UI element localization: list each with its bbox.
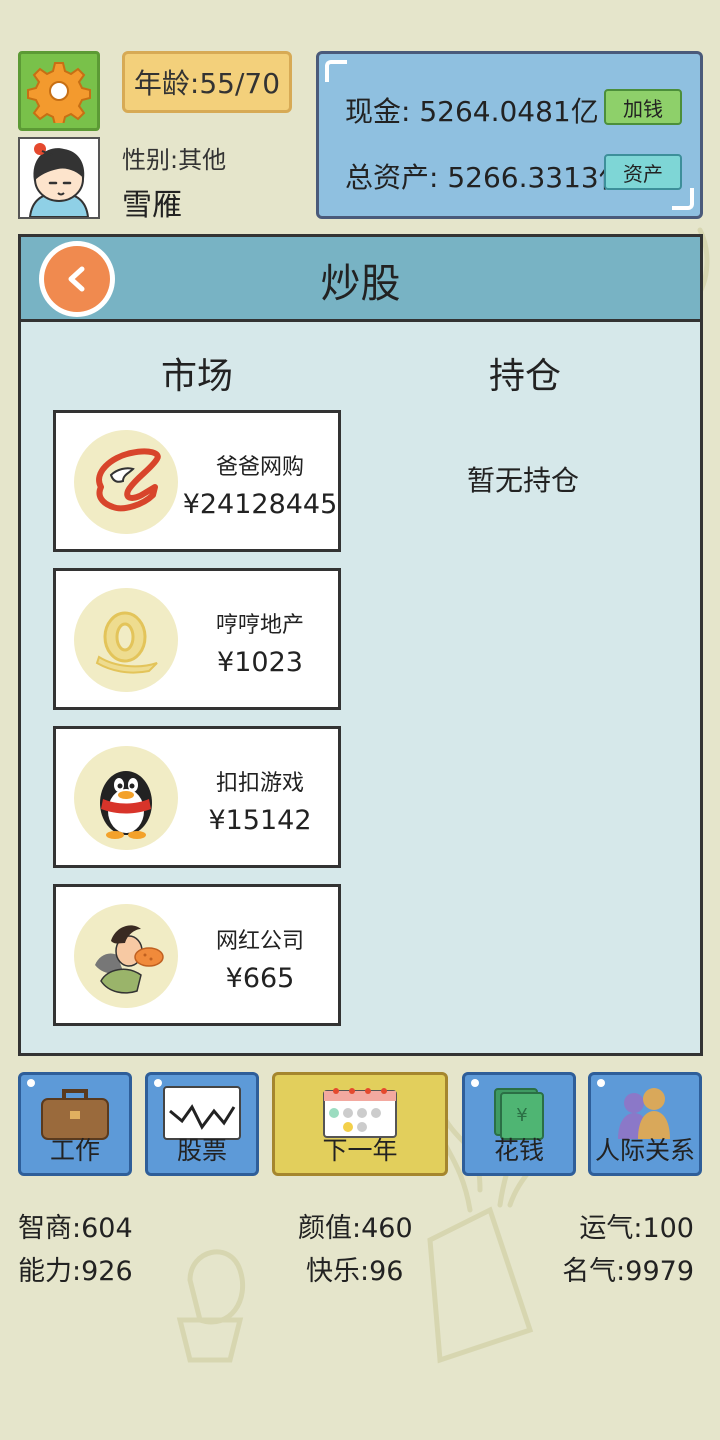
nav-spend-button[interactable]: ¥ 花钱 <box>462 1072 576 1176</box>
real-estate-logo-icon <box>74 588 178 692</box>
player-name: 雪雁 <box>122 188 182 223</box>
sparkle-dot <box>27 1079 35 1087</box>
total-assets-label: 总资产: 5266.3313亿 <box>345 161 627 194</box>
stat-fame: 名气:9979 <box>562 1256 694 1287</box>
svg-text:¥: ¥ <box>516 1105 527 1126</box>
page-title: 炒股 <box>320 261 401 307</box>
panel-header: 炒股 <box>21 237 700 322</box>
stock-card-hengheng[interactable]: 哼哼地产 ¥1023 <box>53 568 341 710</box>
settings-button[interactable] <box>18 51 100 131</box>
shopping-logo-icon <box>74 430 178 534</box>
sparkle-dot <box>597 1079 605 1087</box>
nav-stocks-label: 股票 <box>176 1136 227 1165</box>
nav-work-label: 工作 <box>49 1136 100 1165</box>
stock-name: 爸爸网购 <box>215 455 304 480</box>
stock-card-koukou[interactable]: 扣扣游戏 ¥15142 <box>53 726 341 868</box>
next-year-button[interactable]: 下一年 <box>272 1072 448 1176</box>
add-money-button[interactable]: 加钱 <box>604 89 682 125</box>
nav-stocks-button[interactable]: 股票 <box>145 1072 259 1176</box>
stat-iq: 智商:604 <box>18 1213 133 1244</box>
nav-social-button[interactable]: 人际关系 <box>588 1072 702 1176</box>
stat-luck: 运气:100 <box>579 1213 694 1244</box>
nav-social-label: 人际关系 <box>594 1136 695 1165</box>
nav-spend-label: 花钱 <box>493 1136 544 1165</box>
sparkle-dot <box>471 1079 479 1087</box>
corner-decoration <box>325 60 347 82</box>
stock-card-baba[interactable]: 爸爸网购 ¥24128445 <box>53 410 341 552</box>
influencer-logo-icon <box>74 904 178 1008</box>
stat-ability: 能力:926 <box>18 1256 133 1287</box>
stat-happiness: 快乐:96 <box>306 1256 404 1287</box>
finance-panel: 现金: 5264.0481亿 总资产: 5266.3313亿 加钱 资产 <box>316 51 703 219</box>
stock-name: 哼哼地产 <box>215 613 304 638</box>
avatar-face-icon <box>28 143 90 218</box>
avatar[interactable] <box>18 137 100 219</box>
stock-name: 扣扣游戏 <box>215 771 304 796</box>
next-year-label: 下一年 <box>322 1136 398 1165</box>
cash-label: 现金: 5264.0481亿 <box>345 95 599 128</box>
nav-work-button[interactable]: 工作 <box>18 1072 132 1176</box>
corner-decoration <box>672 188 694 210</box>
penguin-logo-icon <box>74 746 178 850</box>
age-display: 年龄:55/70 <box>122 51 292 113</box>
stock-price: ¥15142 <box>208 805 312 836</box>
holdings-title: 持仓 <box>489 356 562 397</box>
stock-card-wanghong[interactable]: 网红公司 ¥665 <box>53 884 341 1026</box>
stock-price: ¥24128445 <box>182 489 338 520</box>
gear-icon <box>27 62 91 123</box>
stock-name: 网红公司 <box>215 929 304 954</box>
sparkle-dot <box>154 1079 162 1087</box>
no-holdings-text: 暂无持仓 <box>467 464 580 497</box>
stock-panel: 炒股 市场 持仓 暂无持仓 爸爸网购 ¥24128445 哼哼地产 ¥1023 <box>18 234 703 1056</box>
stat-looks: 颜值:460 <box>298 1213 413 1244</box>
stock-price: ¥665 <box>225 963 295 994</box>
assets-button[interactable]: 资产 <box>604 154 682 190</box>
gender-label: 性别:其他 <box>122 146 227 174</box>
market-title: 市场 <box>161 356 234 397</box>
stock-price: ¥1023 <box>217 647 303 678</box>
